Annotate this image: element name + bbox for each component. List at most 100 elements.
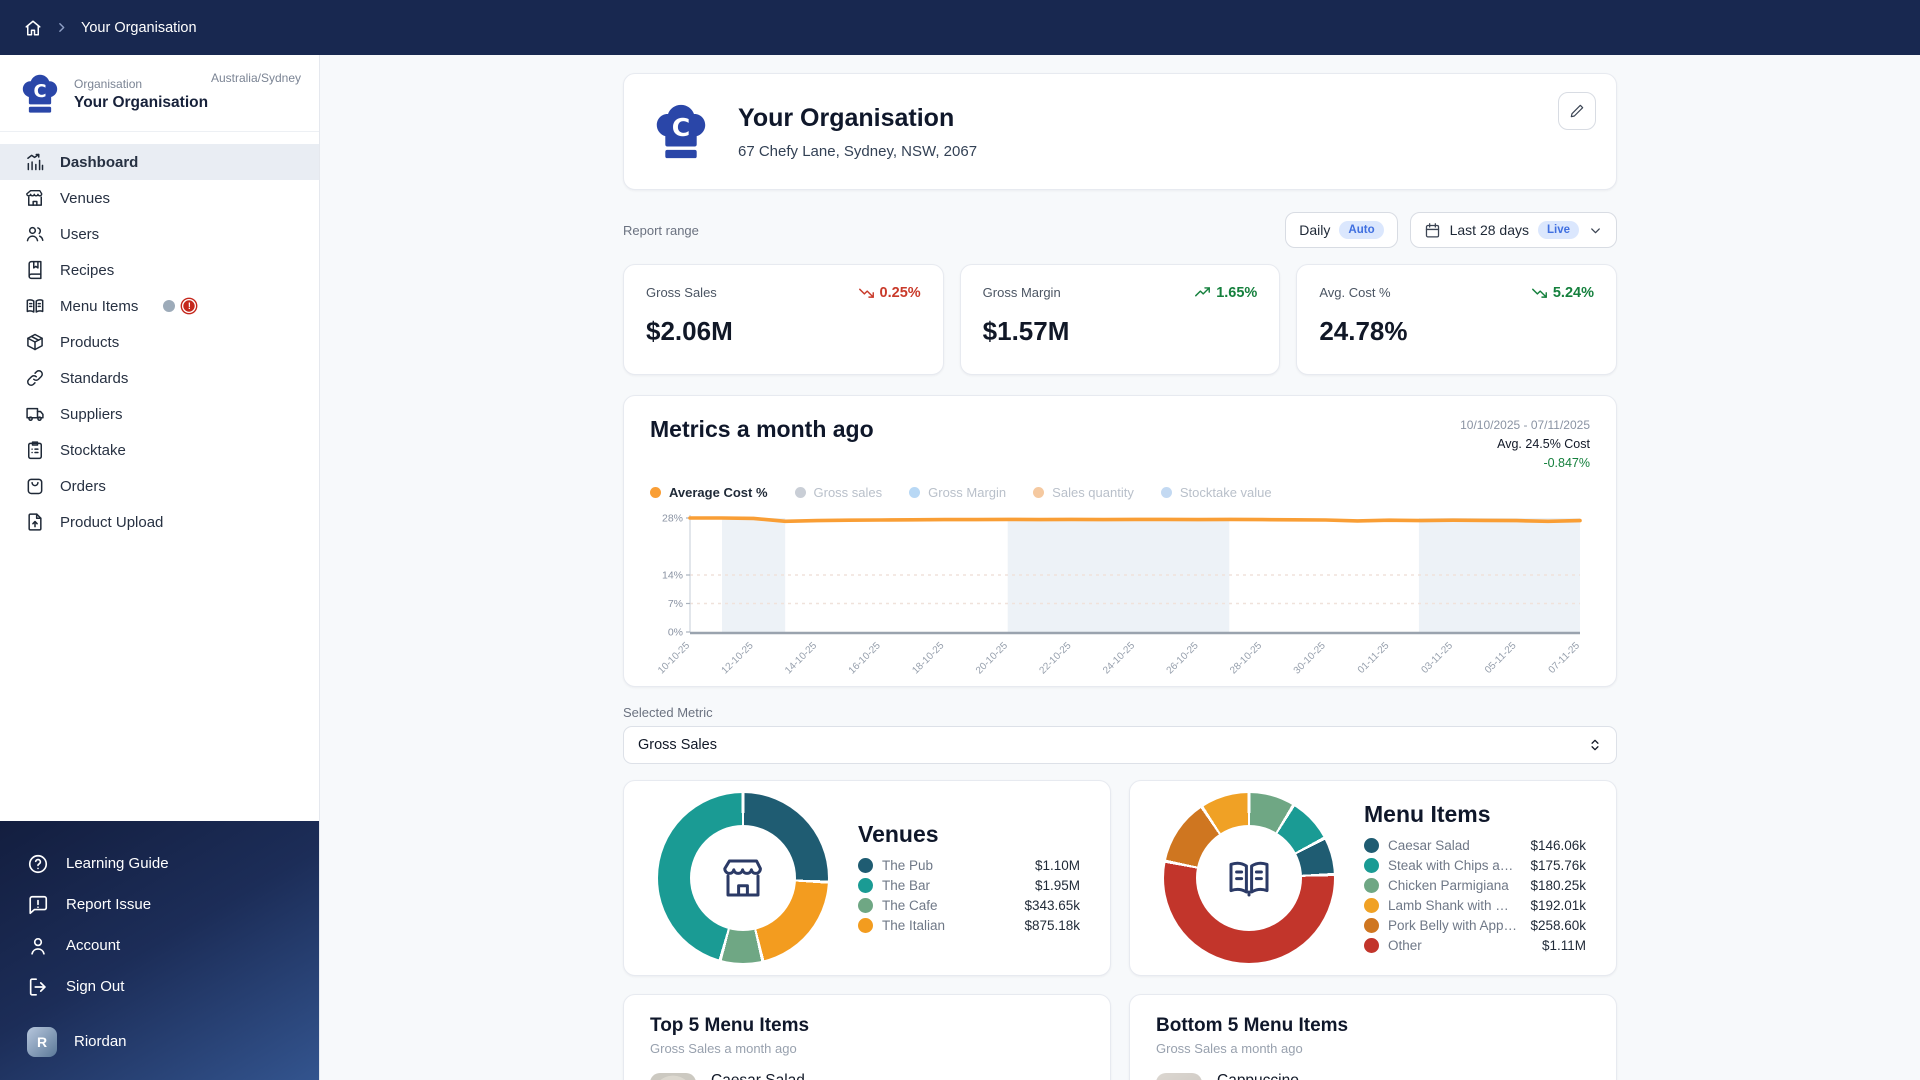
- chart-change: -0.847%: [1460, 454, 1590, 473]
- legend-label: Chicken Parmigiana: [1388, 878, 1509, 893]
- legend-label: The Bar: [882, 878, 930, 893]
- menu-item-name: Cappuccino: [1217, 1072, 1374, 1080]
- date-range-value: Last 28 days: [1450, 222, 1529, 238]
- sidebar-footer: Learning Guide Report Issue Account Sign…: [0, 821, 319, 1080]
- chart-date-range: 10/10/2025 - 07/11/2025: [1460, 416, 1590, 435]
- menu-item-row[interactable]: Caesar Salad The PubSaladsLunchMains $14…: [650, 1072, 1084, 1080]
- legend-value: $343.65k: [1024, 898, 1080, 913]
- legend-item-gross-sales[interactable]: Gross sales: [795, 485, 883, 500]
- legend-label: Steak with Chips a…: [1388, 858, 1513, 873]
- legend-item-average-cost-[interactable]: Average Cost %: [650, 485, 768, 500]
- legend-value: $175.76k: [1530, 858, 1586, 873]
- breadcrumb[interactable]: Your Organisation: [81, 20, 197, 36]
- auto-badge: Auto: [1339, 221, 1383, 239]
- granularity-button[interactable]: Daily Auto: [1285, 212, 1397, 248]
- salad-photo: [650, 1073, 696, 1080]
- sidebar-item-label: Users: [60, 226, 99, 243]
- users-icon: [25, 224, 45, 244]
- svg-text:01-11-25: 01-11-25: [1356, 640, 1392, 676]
- legend-item-stocktake-value[interactable]: Stocktake value: [1161, 485, 1272, 500]
- sidebar-item-label: Menu Items: [60, 298, 138, 315]
- donut-title: Menu Items: [1364, 801, 1586, 828]
- coffee-photo: [1156, 1073, 1202, 1080]
- metric-title: Gross Margin: [983, 285, 1061, 300]
- recipes-icon: [25, 260, 45, 280]
- footer-item-label: Report Issue: [66, 896, 151, 913]
- report-issue-icon: [27, 894, 49, 916]
- donut-legend-row: Other $1.11M: [1364, 935, 1586, 955]
- legend-value: $258.60k: [1530, 918, 1586, 933]
- main-area: C Your Organisation 67 Chefy Lane, Sydne…: [320, 55, 1920, 1080]
- footer-item-account[interactable]: Account: [0, 925, 319, 966]
- sidebar-item-stocktake[interactable]: Stocktake: [0, 432, 319, 468]
- account-icon: [27, 935, 49, 957]
- granularity-value: Daily: [1299, 222, 1330, 238]
- menu-item-row[interactable]: Cappuccino The CafeNo Tag $16.45k: [1156, 1072, 1590, 1080]
- svg-text:07-11-25: 07-11-25: [1547, 640, 1583, 676]
- svg-text:03-11-25: 03-11-25: [1419, 640, 1455, 676]
- legend-item-sales-quantity[interactable]: Sales quantity: [1033, 485, 1134, 500]
- live-badge: Live: [1538, 221, 1579, 239]
- metric-title: Avg. Cost %: [1319, 285, 1390, 300]
- legend-dot: [858, 898, 873, 913]
- menu-item-name: Caesar Salad: [711, 1072, 981, 1080]
- donut-legend-row: Pork Belly with App… $258.60k: [1364, 915, 1586, 935]
- footer-item-sign-out[interactable]: Sign Out: [0, 966, 319, 1007]
- sidebar-item-label: Product Upload: [60, 514, 163, 531]
- metric-value: $1.57M: [983, 316, 1258, 347]
- sidebar-item-venues[interactable]: Venues: [0, 180, 319, 216]
- sidebar-item-product-upload[interactable]: Product Upload: [0, 504, 319, 540]
- legend-value: $875.18k: [1024, 918, 1080, 933]
- svg-text:C: C: [33, 81, 46, 102]
- legend-dot: [858, 918, 873, 933]
- legend-dot: [1364, 918, 1379, 933]
- legend-label: Average Cost %: [669, 485, 768, 500]
- sidebar-item-users[interactable]: Users: [0, 216, 319, 252]
- sidebar-item-products[interactable]: Products: [0, 324, 319, 360]
- legend-value: $192.01k: [1530, 898, 1586, 913]
- trend-up-icon: [1194, 284, 1211, 301]
- footer-item-report-issue[interactable]: Report Issue: [0, 884, 319, 925]
- legend-label: Other: [1388, 938, 1422, 953]
- legend-dot: [1364, 938, 1379, 953]
- legend-value: $180.25k: [1530, 878, 1586, 893]
- items-card-subtitle: Gross Sales a month ago: [1156, 1041, 1590, 1056]
- sidebar-item-dashboard[interactable]: Dashboard: [0, 144, 319, 180]
- line-chart: 0%7%14%28%10-10-2512-10-2514-10-2516-10-…: [650, 510, 1590, 680]
- legend-item-gross-margin[interactable]: Gross Margin: [909, 485, 1006, 500]
- svg-text:22-10-25: 22-10-25: [1037, 640, 1073, 676]
- sidebar-item-label: Dashboard: [60, 154, 138, 171]
- legend-dot: [909, 487, 920, 498]
- sidebar-item-suppliers[interactable]: Suppliers: [0, 396, 319, 432]
- legend-label: Pork Belly with App…: [1388, 918, 1517, 933]
- svg-text:24-10-25: 24-10-25: [1101, 640, 1137, 676]
- sidebar: C Organisation Your Organisation Austral…: [0, 55, 320, 1080]
- metric-title: Gross Sales: [646, 285, 717, 300]
- storefront-icon: [719, 854, 767, 902]
- legend-dot: [795, 487, 806, 498]
- standards-icon: [25, 368, 45, 388]
- legend-value: $146.06k: [1530, 838, 1586, 853]
- sidebar-item-recipes[interactable]: Recipes: [0, 252, 319, 288]
- sidebar-org-header[interactable]: C Organisation Your Organisation Austral…: [0, 55, 319, 132]
- legend-value: $1.95M: [1035, 878, 1080, 893]
- sidebar-item-orders[interactable]: Orders: [0, 468, 319, 504]
- edit-organisation-button[interactable]: [1558, 92, 1596, 130]
- home-icon[interactable]: [24, 19, 42, 37]
- svg-text:14%: 14%: [662, 570, 683, 582]
- legend-dot: [1033, 487, 1044, 498]
- footer-item-learning-guide[interactable]: Learning Guide: [0, 843, 319, 884]
- svg-text:05-11-25: 05-11-25: [1483, 640, 1519, 676]
- sidebar-item-menu-items[interactable]: Menu Items !: [0, 288, 319, 324]
- orders-icon: [25, 476, 45, 496]
- donut-chart: [1164, 793, 1334, 963]
- metric-card-gross-margin: Gross Margin 1.65% $1.57M: [960, 264, 1281, 375]
- legend-dot: [858, 858, 873, 873]
- user-menu[interactable]: R Riordan: [0, 1021, 319, 1062]
- donut-legend-row: The Italian $875.18k: [858, 915, 1080, 935]
- date-range-button[interactable]: Last 28 days Live: [1410, 212, 1617, 248]
- sidebar-item-standards[interactable]: Standards: [0, 360, 319, 396]
- selected-metric-select[interactable]: Gross Sales: [623, 726, 1617, 764]
- metric-card-gross-sales: Gross Sales 0.25% $2.06M: [623, 264, 944, 375]
- calendar-icon: [1424, 222, 1441, 239]
